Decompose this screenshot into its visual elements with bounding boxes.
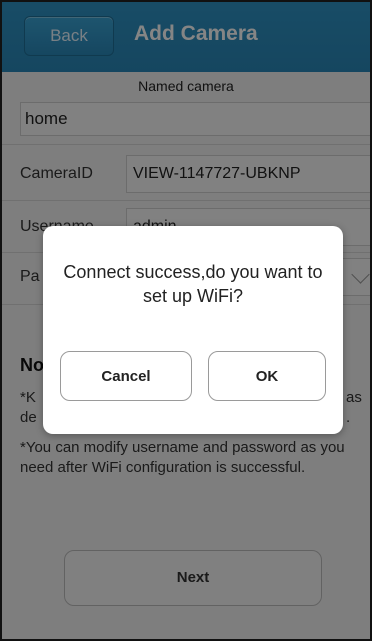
wifi-setup-dialog: Connect success,do you want to set up Wi…	[43, 226, 343, 434]
cancel-button[interactable]: Cancel	[60, 351, 192, 401]
dialog-message: Connect success,do you want to set up Wi…	[63, 262, 323, 306]
phone-screen: Back Add Camera Named camera home Camera…	[0, 0, 372, 641]
ok-button[interactable]: OK	[208, 351, 326, 401]
